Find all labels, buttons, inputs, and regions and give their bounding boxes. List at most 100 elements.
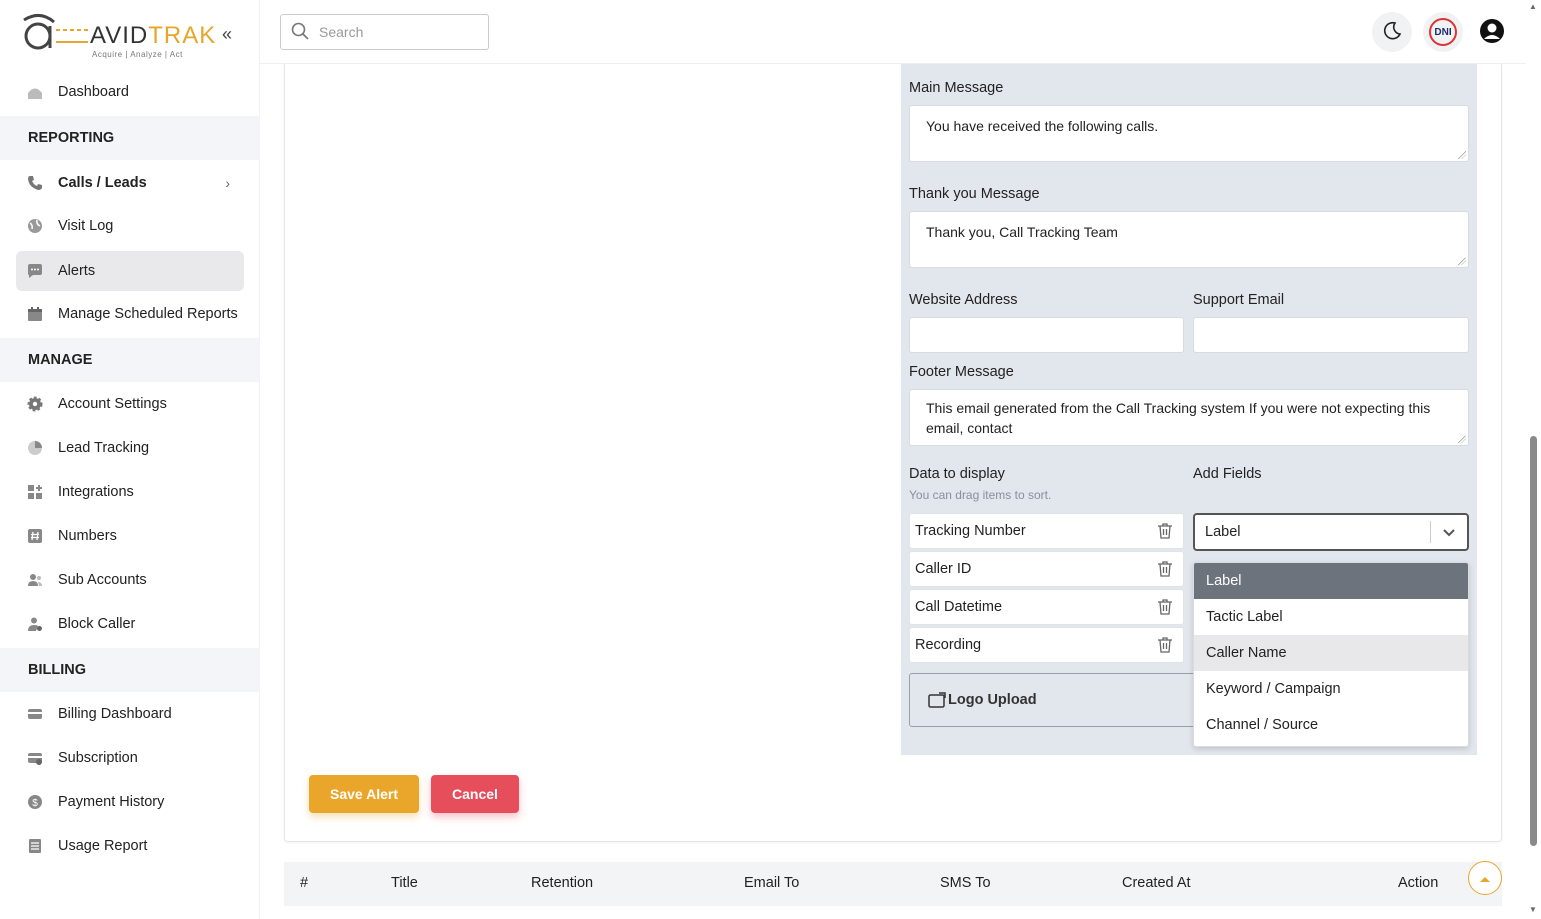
sidebar-item-visit-log[interactable]: Visit Log [16, 206, 244, 246]
dropdown-option[interactable]: Channel / Source [1194, 707, 1468, 743]
drag-sort-hint: You can drag items to sort. [909, 488, 1052, 502]
credit-card-icon [26, 705, 44, 723]
chevron-down-icon[interactable] [1441, 524, 1457, 544]
phone-icon [26, 174, 44, 192]
users-icon [26, 571, 44, 589]
sidebar-item-billing-dashboard[interactable]: Billing Dashboard [16, 694, 244, 734]
user-menu-button[interactable] [1472, 12, 1512, 52]
select-separator [1430, 521, 1431, 543]
brand-logo[interactable]: AVIDTRAK Acquire | Analyze | Act [20, 12, 240, 62]
dni-button[interactable]: DNI [1423, 12, 1463, 52]
data-field-item[interactable]: Caller ID [909, 551, 1184, 587]
sidebar-item-integrations[interactable]: Integrations [16, 472, 244, 512]
sidebar-item-lead-tracking[interactable]: Lead Tracking [16, 428, 244, 468]
sidebar-item-sub-accounts[interactable]: Sub Accounts [16, 560, 244, 600]
dropdown-option[interactable]: Caller Name [1194, 635, 1468, 671]
data-field-label: Caller ID [915, 561, 972, 577]
column-header: # [300, 875, 309, 891]
data-field-item[interactable]: Recording [909, 627, 1184, 663]
add-fields-select[interactable]: Label [1193, 513, 1469, 551]
data-field-label: Call Datetime [915, 599, 1003, 615]
data-field-item[interactable]: Call Datetime [909, 589, 1184, 625]
dollar-coin-icon: $ [26, 793, 44, 811]
chat-bubble-icon [26, 262, 44, 280]
sidebar-item-usage-report[interactable]: Usage Report [16, 826, 244, 866]
globe-icon [26, 217, 44, 235]
logo-mark-icon [23, 14, 88, 50]
section-manage: MANAGE [0, 338, 260, 382]
support-email-label: Support Email [1193, 292, 1285, 308]
logo-upload-label: Logo Upload [948, 692, 1037, 708]
column-header: Retention [531, 875, 594, 891]
sidebar-item-calls-leads[interactable]: Calls / Leads › [16, 163, 244, 203]
sidebar-item-scheduled-reports[interactable]: Manage Scheduled Reports [16, 294, 244, 334]
add-fields-dropdown: Label Tactic Label Caller Name Keyword /… [1193, 562, 1469, 747]
search-box[interactable] [280, 14, 489, 50]
alerts-table-header: # Title Retention Email To SMS To Create… [284, 862, 1502, 906]
footer-message-textarea[interactable]: This email generated from the Call Track… [909, 389, 1469, 446]
main-message-label: Main Message [909, 80, 1004, 96]
support-email-input[interactable] [1193, 317, 1469, 353]
dropdown-option[interactable]: Tactic Label [1194, 599, 1468, 635]
thank-you-message-textarea[interactable]: Thank you, Call Tracking Team [909, 211, 1469, 268]
scroll-up-arrow-icon[interactable]: ▲ [1529, 2, 1537, 11]
trash-icon[interactable] [1157, 522, 1173, 544]
chevron-up-icon [1479, 870, 1491, 886]
sidebar-item-subscription[interactable]: Subscription [16, 738, 244, 778]
top-bar: DNI [260, 0, 1526, 64]
add-fields-label: Add Fields [1193, 466, 1262, 482]
brand-name: AVIDTRAK [90, 22, 217, 49]
section-reporting: REPORTING [0, 116, 260, 160]
section-billing: BILLING [0, 648, 260, 692]
dropdown-option[interactable]: Keyword / Campaign [1194, 671, 1468, 707]
home-icon [26, 83, 44, 101]
pie-chart-icon [26, 439, 44, 457]
user-block-icon [26, 615, 44, 633]
cancel-button[interactable]: Cancel [431, 775, 519, 813]
moon-icon [1382, 21, 1402, 44]
dropdown-option[interactable]: Label [1194, 563, 1468, 599]
hash-icon [26, 527, 44, 545]
page-scrollbar[interactable]: ▲ ▼ [1526, 0, 1541, 919]
add-fields-selected-value: Label [1205, 524, 1241, 540]
calendar-icon [26, 305, 44, 323]
user-avatar-icon [1479, 18, 1505, 47]
sidebar-item-numbers[interactable]: Numbers [16, 516, 244, 556]
trash-icon[interactable] [1157, 598, 1173, 620]
column-header: SMS To [940, 875, 991, 891]
card-refresh-icon [26, 749, 44, 767]
main-message-textarea[interactable]: You have received the following calls. [909, 105, 1469, 162]
column-header: Email To [744, 875, 800, 891]
scroll-down-arrow-icon[interactable]: ▼ [1529, 905, 1537, 914]
svg-text:$: $ [32, 798, 38, 809]
trash-icon[interactable] [1157, 560, 1173, 582]
sidebar-item-payment-history[interactable]: $ Payment History [16, 782, 244, 822]
dark-mode-toggle[interactable] [1372, 12, 1412, 52]
data-field-item[interactable]: Tracking Number [909, 513, 1184, 549]
column-header: Title [391, 875, 418, 891]
data-to-display-label: Data to display [909, 466, 1005, 482]
column-header: Created At [1122, 875, 1191, 891]
footer-message-label: Footer Message [909, 364, 1014, 380]
save-alert-button[interactable]: Save Alert [309, 775, 419, 813]
brand-tagline: Acquire | Analyze | Act [92, 50, 183, 59]
logo-upload-button[interactable]: Logo Upload [909, 673, 1209, 727]
search-input[interactable] [319, 24, 479, 40]
website-address-label: Website Address [909, 292, 1018, 308]
sidebar-item-account-settings[interactable]: Account Settings [16, 384, 244, 424]
sidebar-item-dashboard[interactable]: Dashboard [16, 72, 244, 112]
sidebar-item-block-caller[interactable]: Block Caller [16, 604, 244, 644]
website-address-input[interactable] [909, 317, 1184, 353]
column-header: Action [1398, 875, 1439, 891]
scrollbar-thumb[interactable] [1530, 436, 1537, 846]
data-field-label: Recording [915, 637, 982, 653]
data-field-label: Tracking Number [915, 523, 1026, 539]
dni-badge: DNI [1429, 18, 1457, 46]
collapse-sidebar-icon[interactable]: « [222, 24, 232, 45]
search-icon [291, 22, 309, 43]
thank-you-message-label: Thank you Message [909, 186, 1040, 202]
sidebar-item-alerts[interactable]: Alerts [16, 251, 244, 291]
sidebar: AVIDTRAK Acquire | Analyze | Act « Dashb… [0, 0, 260, 919]
trash-icon[interactable] [1157, 636, 1173, 658]
scroll-to-top-button[interactable] [1468, 861, 1502, 895]
